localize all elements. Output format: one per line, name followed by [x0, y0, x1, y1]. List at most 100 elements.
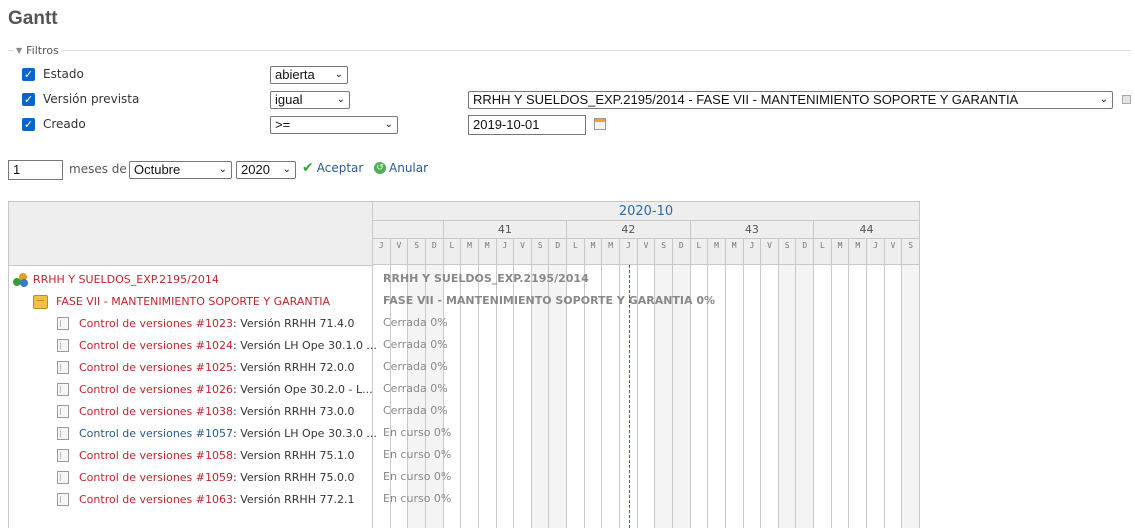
gantt-issue-row: Control de versiones #1038: Versión RRHH… [57, 401, 372, 423]
issue-status-label: En curso 0% [383, 448, 452, 461]
version-link[interactable]: FASE VII - MANTENIMIENTO SOPORTE Y GARAN… [56, 291, 330, 313]
year-select[interactable]: 2020 ⌄ [236, 161, 296, 179]
issue-text: Control de versiones #1023: Versión RRHH… [79, 313, 354, 335]
filter-estado-checkbox[interactable]: ✓ [22, 68, 35, 81]
project-icon [13, 273, 29, 287]
gantt-day-header: J [373, 239, 391, 265]
gantt-week-header: 41 [443, 221, 568, 239]
issue-tracker-icon [57, 361, 69, 374]
gantt-day-header: S [902, 239, 920, 265]
gantt-day-column [867, 265, 885, 528]
issue-link[interactable]: Control de versiones #1058 [79, 449, 233, 462]
filter-version-value-select[interactable]: RRHH Y SUELDOS_EXP.2195/2014 - FASE VII … [468, 91, 1113, 109]
gantt-issue-row: Control de versiones #1057: Versión LH O… [57, 423, 377, 445]
project-link[interactable]: RRHH Y SUELDOS_EXP.2195/2014 [33, 269, 219, 291]
filter-creado-date-input[interactable]: 2019-10-01 [468, 115, 586, 135]
gantt-day-header: V [761, 239, 779, 265]
issue-tracker-icon [57, 317, 69, 330]
issue-status-label: En curso 0% [383, 426, 452, 439]
filter-creado-date-value: 2019-10-01 [473, 117, 540, 132]
gantt-day-header: L [567, 239, 585, 265]
issue-link[interactable]: Control de versiones #1063 [79, 493, 233, 506]
issue-link[interactable]: Control de versiones #1024 [79, 339, 233, 352]
gantt-day-header: M [831, 239, 850, 265]
gantt-issue-row: Control de versiones #1059: Version RRHH… [57, 467, 372, 489]
issue-link[interactable]: Control de versiones #1038 [79, 405, 233, 418]
gantt-day-header: J [867, 239, 885, 265]
gantt-day-column [778, 265, 797, 528]
filter-version-checkbox[interactable]: ✓ [22, 93, 35, 106]
gantt-week-header: 43 [690, 221, 815, 239]
issue-text: Control de versiones #1038: Versión RRHH… [79, 401, 354, 423]
issue-link[interactable]: Control de versiones #1026 [79, 383, 233, 396]
gantt-timeline: 2020-10 RRHH Y SUELDOS_EXP.2195/2014 FAS… [373, 201, 921, 528]
issue-link[interactable]: Control de versiones #1023 [79, 317, 233, 330]
gantt-day-header: S [655, 239, 673, 265]
issue-link[interactable]: Control de versiones #1059 [79, 471, 233, 484]
gantt-day-column [726, 265, 744, 528]
filters-divider [8, 50, 1131, 51]
issue-text: Control de versiones #1025: Versión RRHH… [79, 357, 354, 379]
gantt-chart: RRHH Y SUELDOS_EXP.2195/2014 FASE VII - … [8, 201, 921, 528]
filter-row-creado: ✓ Creado >= ⌄ 2019-10-01 [22, 115, 1122, 135]
filter-estado-label: Estado [43, 67, 84, 81]
accept-label: Aceptar [316, 161, 364, 175]
issue-status-label: Cerrada 0% [383, 338, 448, 351]
gantt-week-header [373, 221, 444, 239]
gantt-day-header: V [637, 239, 656, 265]
filter-estado-operator-select[interactable]: abierta ⌄ [270, 66, 348, 84]
filter-creado-checkbox[interactable]: ✓ [22, 118, 35, 131]
gantt-day-column [761, 265, 779, 528]
months-input[interactable]: 1 [8, 160, 63, 180]
gantt-version-row: FASE VII - MANTENIMIENTO SOPORTE Y GARAN… [33, 291, 373, 313]
gantt-day-header: V [884, 239, 903, 265]
accept-button[interactable]: ✔ Aceptar [302, 160, 363, 176]
chevron-down-icon: ⌄ [334, 69, 343, 80]
issue-status-label: Cerrada 0% [383, 316, 448, 329]
issue-link[interactable]: Control de versiones #1025 [79, 361, 233, 374]
gantt-day-column [849, 265, 868, 528]
gantt-today-line [628, 265, 630, 528]
filter-version-operator-value: igual [275, 92, 303, 107]
toggle-multiselect-icon[interactable] [1122, 95, 1131, 104]
gantt-day-header: M [584, 239, 603, 265]
gantt-week-header: 42 [567, 221, 691, 239]
issue-subject: : Versión RRHH 71.4.0 [233, 317, 355, 330]
issue-subject: : Versión LH Ope 30.1.0 ... [233, 339, 377, 352]
issue-status-label: En curso 0% [383, 470, 452, 483]
issue-text: Control de versiones #1063: Versión RRHH… [79, 489, 354, 511]
gantt-day-header: M [849, 239, 868, 265]
year-select-value: 2020 [241, 162, 270, 177]
chevron-down-icon: ⌄ [218, 164, 227, 175]
issue-link[interactable]: Control de versiones #1057 [79, 427, 233, 440]
gantt-day-header: S [778, 239, 797, 265]
gantt-day-column [814, 265, 832, 528]
issue-tracker-icon [57, 493, 69, 506]
reload-icon: ↺ [374, 162, 386, 174]
collapse-triangle-icon: ▼ [16, 46, 23, 55]
filters-toggle[interactable]: ▼ Filtros [14, 44, 61, 57]
gantt-day-header: J [620, 239, 638, 265]
filter-version-operator-select[interactable]: igual ⌄ [270, 91, 350, 109]
filter-row-version: ✓ Versión prevista igual ⌄ RRHH Y SUELDO… [22, 91, 1131, 109]
month-select[interactable]: Octubre ⌄ [129, 161, 232, 179]
gantt-day-header: S [531, 239, 550, 265]
filter-creado-operator-select[interactable]: >= ⌄ [270, 116, 398, 134]
gantt-day-header: M [478, 239, 497, 265]
issue-status-label: Cerrada 0% [383, 360, 448, 373]
calendar-icon[interactable] [594, 118, 606, 130]
issue-text: Control de versiones #1026: Versión Ope … [79, 379, 373, 401]
cancel-button[interactable]: ↺ Anular [374, 161, 428, 175]
issue-text: Control de versiones #1057: Versión LH O… [79, 423, 377, 445]
chevron-down-icon: ⌄ [384, 119, 393, 130]
filters-legend-label: Filtros [26, 44, 59, 57]
issue-status-label: Cerrada 0% [383, 404, 448, 417]
gantt-subjects-header [9, 202, 372, 266]
gantt-day-column [796, 265, 815, 528]
gantt-day-header: M [461, 239, 479, 265]
version-bar-label: FASE VII - MANTENIMIENTO SOPORTE Y GARAN… [383, 294, 716, 307]
gantt-day-header: V [390, 239, 409, 265]
issue-tracker-icon [57, 427, 69, 440]
gantt-day-column [832, 265, 850, 528]
months-label: meses de [69, 162, 127, 176]
